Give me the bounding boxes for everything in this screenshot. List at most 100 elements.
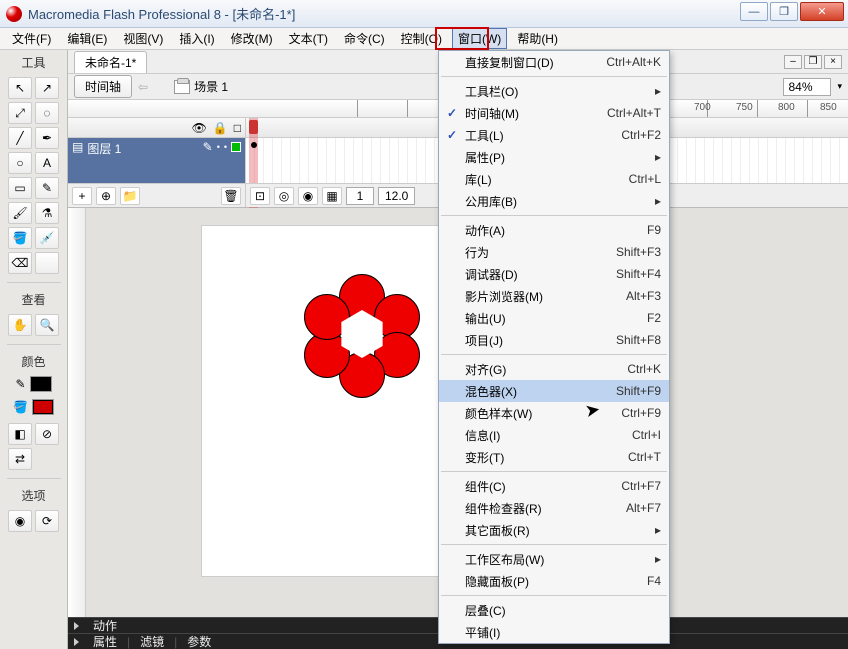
new-guide-layer-button[interactable]: ⊕ <box>96 187 116 205</box>
doc-close[interactable]: × <box>824 55 842 69</box>
menu-item-项目j[interactable]: 项目(J)Shift+F8 <box>439 329 669 351</box>
menu-text[interactable]: 文本(T) <box>283 28 334 49</box>
document-tab[interactable]: 未命名-1* <box>74 51 147 73</box>
selection-tool[interactable]: ↖ <box>8 77 32 99</box>
menu-item-label: 调试器(D) <box>465 266 518 283</box>
menu-item-工具栏o[interactable]: 工具栏(O) <box>439 80 669 102</box>
onion-skin-button[interactable]: ◎ <box>274 187 294 205</box>
menu-item-平铺i[interactable]: 平铺(I) <box>439 621 669 643</box>
maximize-button[interactable]: ❐ <box>770 2 798 21</box>
line-tool[interactable]: ╱ <box>8 127 32 149</box>
back-button[interactable]: ⇦ <box>138 80 148 94</box>
onion-skin-outlines-button[interactable]: ◉ <box>298 187 318 205</box>
edit-multiple-frames-button[interactable]: ▦ <box>322 187 342 205</box>
vertical-ruler <box>68 208 86 649</box>
empty-tool <box>35 252 59 274</box>
pen-tool[interactable]: ✒ <box>35 127 59 149</box>
menu-item-输出u[interactable]: 输出(U)F2 <box>439 307 669 329</box>
default-colors[interactable]: ◧ <box>8 423 32 445</box>
layer-name[interactable]: 图层 1 <box>87 140 121 157</box>
menu-item-工具l[interactable]: 工具(L)Ctrl+F2 <box>439 124 669 146</box>
lock-icon[interactable]: 🔒 <box>213 121 228 135</box>
option-snap[interactable]: ◉ <box>8 510 32 532</box>
layer-color-swatch[interactable] <box>231 142 241 152</box>
hand-tool[interactable]: ✋ <box>8 314 32 336</box>
stage[interactable] <box>202 226 462 576</box>
menu-item-行为[interactable]: 行为Shift+F3 <box>439 241 669 263</box>
menu-edit[interactable]: 编辑(E) <box>61 28 113 49</box>
swap-colors[interactable]: ⇄ <box>8 448 32 470</box>
lasso-tool[interactable]: ◌ <box>35 102 59 124</box>
menu-item-label: 变形(T) <box>465 449 504 466</box>
menu-item-信息i[interactable]: 信息(I)Ctrl+I <box>439 424 669 446</box>
menu-item-工作区布局w[interactable]: 工作区布局(W) <box>439 548 669 570</box>
doc-minimize[interactable]: – <box>784 55 802 69</box>
menu-file[interactable]: 文件(F) <box>6 28 57 49</box>
menu-commands[interactable]: 命令(C) <box>338 28 391 49</box>
center-frame-button[interactable]: ⊡ <box>250 187 270 205</box>
eyedropper-tool[interactable]: 💉 <box>35 227 59 249</box>
menu-insert[interactable]: 插入(I) <box>173 28 220 49</box>
menu-control[interactable]: 控制(O) <box>395 28 448 49</box>
timeline-toggle-button[interactable]: 时间轴 <box>74 75 132 98</box>
stroke-swatch[interactable] <box>30 376 52 392</box>
oval-tool[interactable]: ○ <box>8 152 32 174</box>
menu-item-时间轴m[interactable]: 时间轴(M)Ctrl+Alt+T <box>439 102 669 124</box>
outline-icon[interactable]: □ <box>234 121 241 135</box>
keyframe-icon[interactable] <box>251 142 257 148</box>
close-button[interactable]: ✕ <box>800 2 844 21</box>
menu-shortcut: Alt+F7 <box>626 501 661 515</box>
text-tool[interactable]: A <box>35 152 59 174</box>
menu-item-组件检查器r[interactable]: 组件检查器(R)Alt+F7 <box>439 497 669 519</box>
menu-item-变形t[interactable]: 变形(T)Ctrl+T <box>439 446 669 468</box>
no-color[interactable]: ⊘ <box>35 423 59 445</box>
pencil-tool[interactable]: ✎ <box>35 177 59 199</box>
menu-item-其它面板r[interactable]: 其它面板(R) <box>439 519 669 541</box>
ink-bottle-tool[interactable]: ⚗ <box>35 202 59 224</box>
zoom-dropdown-icon[interactable]: ▾ <box>837 81 842 92</box>
menu-item-直接复制窗口d[interactable]: 直接复制窗口(D)Ctrl+Alt+K <box>439 51 669 73</box>
menu-modify[interactable]: 修改(M) <box>225 28 279 49</box>
menu-shortcut: Shift+F8 <box>616 333 661 347</box>
tab-filters[interactable]: 滤镜 <box>140 633 164 649</box>
menu-item-库l[interactable]: 库(L)Ctrl+L <box>439 168 669 190</box>
menu-item-label: 影片浏览器(M) <box>465 288 543 305</box>
eraser-tool[interactable]: ⌫ <box>8 252 32 274</box>
fill-swatch[interactable] <box>32 399 54 415</box>
tab-properties[interactable]: 属性 <box>93 633 117 649</box>
delete-layer-button[interactable]: 🗑 <box>221 187 241 205</box>
menu-item-层叠c[interactable]: 层叠(C) <box>439 599 669 621</box>
minimize-button[interactable]: — <box>740 2 768 21</box>
scene-name[interactable]: 场景 1 <box>194 78 228 95</box>
menu-item-组件c[interactable]: 组件(C)Ctrl+F7 <box>439 475 669 497</box>
visibility-icon[interactable]: 👁 <box>192 121 207 135</box>
menu-item-混色器x[interactable]: 混色器(X)Shift+F9 <box>439 380 669 402</box>
menu-item-公用库b[interactable]: 公用库(B) <box>439 190 669 212</box>
doc-restore[interactable]: ❐ <box>804 55 822 69</box>
option-smooth[interactable]: ⟳ <box>35 510 59 532</box>
menu-item-属性p[interactable]: 属性(P) <box>439 146 669 168</box>
separator <box>7 282 61 283</box>
paint-bucket-tool[interactable]: 🪣 <box>8 227 32 249</box>
menu-item-颜色样本w[interactable]: 颜色样本(W)Ctrl+F9 <box>439 402 669 424</box>
brush-tool[interactable]: 🖌 <box>8 202 32 224</box>
rectangle-tool[interactable]: ▭ <box>8 177 32 199</box>
menu-item-动作a[interactable]: 动作(A)F9 <box>439 219 669 241</box>
new-folder-button[interactable]: 📁 <box>120 187 140 205</box>
subselection-tool[interactable]: ↗ <box>35 77 59 99</box>
flower-shape[interactable] <box>302 274 422 394</box>
menu-item-调试器d[interactable]: 调试器(D)Shift+F4 <box>439 263 669 285</box>
menu-separator <box>441 354 667 355</box>
zoom-tool[interactable]: 🔍 <box>35 314 59 336</box>
menu-view[interactable]: 视图(V) <box>117 28 169 49</box>
free-transform-tool[interactable]: ⤢ <box>8 102 32 124</box>
new-layer-button[interactable]: + <box>72 187 92 205</box>
zoom-level[interactable]: 84% <box>783 78 831 96</box>
layer-row[interactable]: ▤ 图层 1 ✎ • • <box>68 138 245 183</box>
menu-item-隐藏面板p[interactable]: 隐藏面板(P)F4 <box>439 570 669 592</box>
tab-parameters[interactable]: 参数 <box>187 633 211 649</box>
menu-item-对齐g[interactable]: 对齐(G)Ctrl+K <box>439 358 669 380</box>
menu-item-影片浏览器m[interactable]: 影片浏览器(M)Alt+F3 <box>439 285 669 307</box>
menu-help[interactable]: 帮助(H) <box>511 28 564 49</box>
menu-window[interactable]: 窗口(W) <box>452 28 507 49</box>
